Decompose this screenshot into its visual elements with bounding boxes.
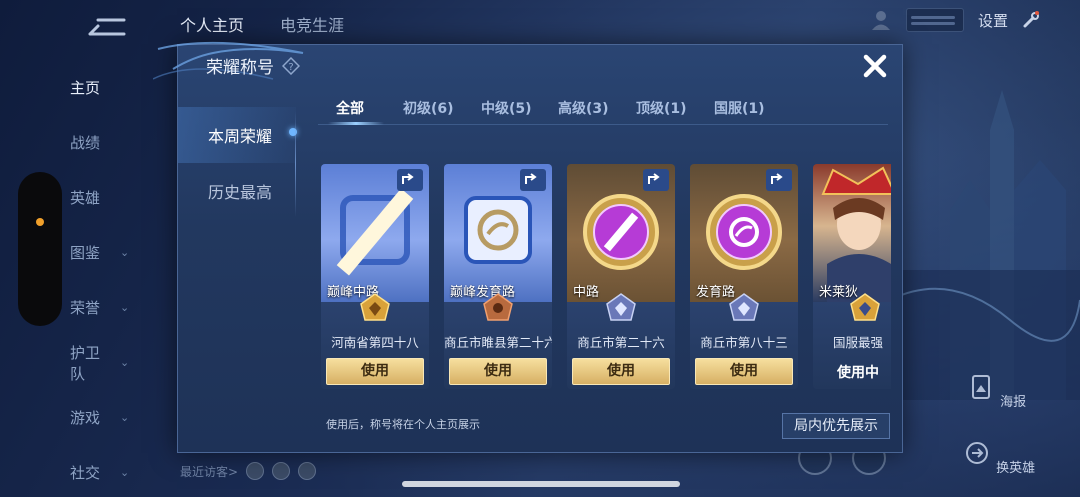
settings-label[interactable]: 设置 — [978, 10, 1008, 31]
title-card[interactable]: 发育路 商丘市第八十三 使用 — [690, 164, 798, 389]
top-right-area: 设置 — [870, 8, 1040, 32]
level-filter-tabs: 全部 初级(6) 中级(5) 高级(3) 顶级(1) 国服(1) — [318, 95, 888, 125]
share-icon[interactable] — [643, 169, 669, 191]
tab-esports-career[interactable]: 电竞生涯 — [280, 12, 344, 36]
silver-rank-emblem-icon — [729, 293, 759, 321]
filter-tab-national[interactable]: 国服(1) — [714, 98, 765, 118]
use-button[interactable]: 使用 — [449, 358, 547, 385]
share-icon[interactable] — [766, 169, 792, 191]
poster-label: 海报 — [1000, 395, 1027, 410]
tab-this-week[interactable]: 本周荣耀 — [178, 107, 297, 163]
gold-rank-emblem-icon — [360, 293, 390, 321]
nav-item-heroes[interactable]: 英雄 — [70, 170, 160, 225]
honor-title-dialog: 荣耀称号 ? 本周荣耀 历史最高 全部 初级(6) 中级(5) 高级(3) 顶级… — [153, 41, 903, 453]
nav-item-social[interactable]: 社交 ⌄ — [70, 445, 160, 497]
share-icon[interactable] — [397, 169, 423, 191]
dialog-title: 荣耀称号 ? — [206, 53, 300, 78]
tab-personal-home[interactable]: 个人主页 — [180, 12, 244, 36]
card-region: 商丘市第八十三 — [700, 335, 788, 350]
castle-backdrop — [890, 90, 1080, 400]
nav-item-game[interactable]: 游戏 ⌄ — [70, 390, 160, 445]
share-icon[interactable] — [520, 169, 546, 191]
use-button[interactable]: 使用 — [572, 358, 670, 385]
filter-tab-beginner[interactable]: 初级(6) — [403, 98, 454, 118]
chevron-down-icon: ⌄ — [120, 466, 130, 479]
nav-item-record[interactable]: 战绩 — [70, 115, 160, 170]
title-card-list: 巅峰中路 河南省第四十八 使用 巅峰发育路 商丘市睢县第二十六 使用 中路 商丘… — [321, 164, 891, 389]
card-region: 国服最强 — [832, 335, 883, 350]
filter-tab-advanced[interactable]: 高级(3) — [558, 98, 609, 118]
nav-item-home[interactable]: 主页 — [70, 60, 160, 115]
chevron-down-icon: ⌄ — [120, 301, 130, 314]
title-card[interactable]: 巅峰发育路 商丘市睢县第二十六 使用 — [444, 164, 552, 389]
change-hero-label: 换英雄 — [996, 461, 1036, 476]
silver-rank-emblem-icon — [606, 293, 636, 321]
use-button[interactable]: 使用 — [695, 358, 793, 385]
in-game-priority-button[interactable]: 局内优先展示 — [782, 413, 890, 439]
swap-icon — [966, 442, 988, 464]
title-card[interactable]: 巅峰中路 河南省第四十八 使用 — [321, 164, 429, 389]
period-tabs: 本周荣耀 历史最高 — [178, 107, 297, 219]
nav-item-honor[interactable]: 荣誉 ⌄ — [70, 280, 160, 335]
avatar — [246, 462, 265, 480]
chevron-down-icon: ⌄ — [120, 246, 130, 259]
poster-icon — [972, 375, 990, 399]
status-indicator — [905, 8, 964, 32]
use-button[interactable]: 使用 — [326, 358, 424, 385]
card-title-name: 中路 — [573, 285, 600, 300]
recent-visitors-label: 最近访客> — [180, 464, 239, 479]
title-card[interactable]: 中路 商丘市第二十六 使用 — [567, 164, 675, 389]
avatar — [298, 462, 317, 480]
wrench-icon[interactable] — [1022, 11, 1040, 29]
tab-history-best[interactable]: 历史最高 — [178, 163, 296, 219]
side-divider — [295, 111, 296, 217]
avatar — [272, 462, 291, 480]
nav-item-guard-team[interactable]: 护卫队 ⌄ — [70, 335, 160, 390]
help-icon[interactable]: ? — [282, 56, 300, 75]
card-region: 河南省第四十八 — [331, 335, 419, 350]
svg-text:?: ? — [288, 62, 293, 73]
usage-footnote: 使用后，称号将在个人主页展示 — [326, 418, 480, 431]
bronze-rank-emblem-icon — [483, 293, 513, 321]
chevron-down-icon: ⌄ — [120, 411, 130, 424]
poster-button[interactable]: 海报 — [966, 372, 1026, 410]
floating-side-handle[interactable] — [18, 172, 62, 326]
filter-tab-top[interactable]: 顶级(1) — [636, 98, 687, 118]
active-tab-underline — [328, 122, 384, 125]
nav-item-gallery[interactable]: 图鉴 ⌄ — [70, 225, 160, 280]
notification-dot — [36, 218, 44, 226]
card-region: 商丘市睢县第二十六 — [444, 335, 552, 350]
recent-visitors[interactable]: 最近访客> — [180, 462, 317, 480]
card-region: 商丘市第二十六 — [577, 335, 665, 350]
in-use-label: 使用中 — [837, 365, 879, 381]
home-indicator[interactable] — [402, 481, 680, 487]
title-card[interactable]: 米莱狄 国服最强 使用中 — [813, 164, 891, 389]
filter-tab-all[interactable]: 全部 — [336, 98, 364, 118]
profile-top-tabs: 个人主页 电竞生涯 — [180, 12, 344, 36]
person-icon[interactable] — [870, 9, 892, 31]
change-hero-button[interactable]: 换英雄 — [962, 438, 1035, 476]
close-icon[interactable] — [860, 51, 890, 81]
dialog-title-text: 荣耀称号 — [206, 58, 274, 78]
gold-rank-emblem-icon — [850, 293, 880, 321]
chevron-down-icon: ⌄ — [120, 356, 130, 369]
filter-tab-intermediate[interactable]: 中级(5) — [481, 98, 532, 118]
left-navigation: 主页 战绩 英雄 图鉴 ⌄ 荣誉 ⌄ 护卫队 ⌄ 游戏 ⌄ 社交 ⌄ — [70, 60, 160, 497]
back-arrow-icon[interactable] — [84, 14, 130, 40]
